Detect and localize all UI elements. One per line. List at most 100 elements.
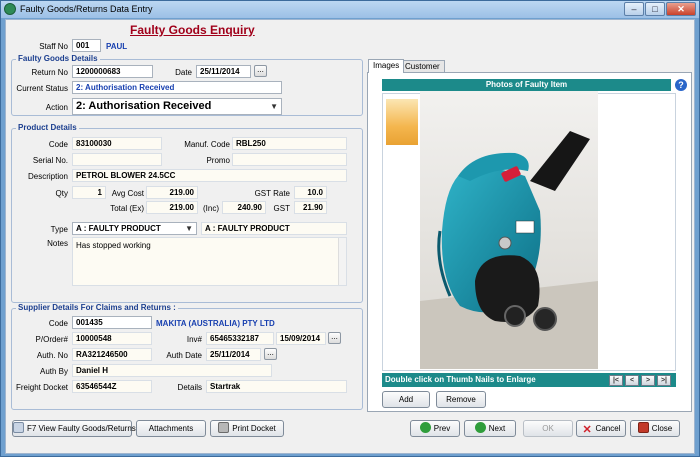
thumbnail-hint: Double click on Thumb Nails to Enlarge	[385, 375, 536, 384]
minimize-button[interactable]: –	[624, 2, 644, 16]
type-description-field: A : FAULTY PRODUCT	[201, 222, 347, 235]
promo-field[interactable]	[232, 153, 347, 166]
notes-label: Notes	[47, 239, 68, 248]
auth-no-label: Auth. No	[36, 351, 68, 360]
form-client-area: Faulty Goods Enquiry Staff No 001 PAUL F…	[5, 19, 695, 454]
staff-no-label: Staff No	[39, 42, 68, 51]
cancel-label: Cancel	[595, 424, 621, 433]
action-selected: 2: Authorisation Received	[76, 100, 212, 112]
supplier-code-field[interactable]: 001435	[72, 316, 152, 329]
notes-textarea[interactable]: Has stopped working	[72, 237, 347, 286]
auth-by-label: Auth By	[39, 367, 68, 376]
last-photo-button[interactable]: >|	[657, 375, 671, 386]
add-photo-button[interactable]: Add	[382, 391, 430, 408]
auth-no-field[interactable]: RA321246500	[72, 348, 152, 361]
tab-images[interactable]: Images	[368, 59, 405, 73]
manuf-code-field[interactable]: RBL250	[232, 137, 347, 150]
next-photo-button[interactable]: >	[641, 375, 655, 386]
gst-label: GST	[273, 204, 290, 213]
freight-docket-label: Freight Docket	[15, 383, 68, 392]
photo-thumbnail[interactable]	[386, 99, 418, 145]
auth-date-field[interactable]: 25/11/2014	[206, 348, 261, 361]
total-inc-field[interactable]: 240.90	[222, 201, 266, 214]
page-title: Faulty Goods Enquiry	[130, 23, 255, 37]
images-tab-pane: Photos of Faulty Item ? Double click on …	[367, 72, 692, 412]
return-no-label: Return No	[31, 68, 68, 77]
inv-date-field[interactable]: 15/09/2014	[276, 332, 326, 345]
arrow-right-icon	[474, 422, 486, 433]
manuf-code-label: Manuf. Code	[184, 140, 230, 149]
avg-cost-field[interactable]: 219.00	[146, 186, 198, 199]
title-bar: Faulty Goods/Returns Data Entry – □ ✕	[1, 1, 699, 18]
x-icon: ✕	[582, 424, 592, 436]
prev-button[interactable]: Prev	[410, 420, 460, 437]
product-code-label: Code	[48, 140, 68, 149]
close-button[interactable]: Close	[630, 420, 680, 437]
chevron-down-icon: ▼	[185, 224, 193, 233]
supplier-group-title: Supplier Details For Claims and Returns …	[16, 303, 178, 312]
details-label: Details	[177, 383, 202, 392]
avg-cost-label: Avg Cost	[111, 189, 144, 198]
supplier-code-label: Code	[48, 319, 68, 328]
faulty-goods-group-title: Faulty Goods Details	[16, 54, 100, 63]
supplier-name: MAKITA (AUSTRALIA) PTY LTD	[156, 319, 275, 328]
chevron-down-icon: ▼	[270, 102, 278, 111]
serial-no-label: Serial No.	[32, 156, 68, 165]
current-status-label: Current Status	[16, 84, 68, 93]
total-ex-label: Total (Ex)	[110, 204, 144, 213]
attachments-button[interactable]: Attachments	[136, 420, 206, 437]
details-field[interactable]: Startrak	[206, 380, 347, 393]
total-inc-label: (Inc)	[203, 204, 219, 213]
staff-name: PAUL	[106, 42, 128, 51]
maximize-button[interactable]: □	[645, 2, 665, 16]
window-title: Faulty Goods/Returns Data Entry	[20, 4, 153, 14]
photos-header: Photos of Faulty Item	[382, 79, 671, 91]
auth-date-picker-button[interactable]: ...	[264, 348, 277, 360]
type-label: Type	[50, 225, 68, 234]
inv-label: Inv#	[186, 335, 202, 344]
gst-rate-field[interactable]: 10.0	[294, 186, 327, 199]
description-label: Description	[27, 172, 68, 181]
date-picker-button[interactable]: ...	[254, 65, 267, 77]
action-dropdown[interactable]: 2: Authorisation Received ▼	[72, 98, 282, 115]
inv-field[interactable]: 65465332187	[206, 332, 274, 345]
notes-scrollbar[interactable]	[338, 238, 346, 285]
document-icon	[13, 422, 24, 433]
type-dropdown[interactable]: A : FAULTY PRODUCT ▼	[72, 222, 197, 235]
porder-label: P/Order#	[35, 335, 68, 344]
porder-field[interactable]: 10000548	[72, 332, 152, 345]
arrow-left-icon	[419, 422, 431, 433]
auth-date-label: Auth Date	[166, 351, 202, 360]
next-button[interactable]: Next	[464, 420, 516, 437]
freight-docket-field[interactable]: 63546544Z	[72, 380, 152, 393]
view-faulty-goods-button[interactable]: F7 View Faulty Goods/Returns	[12, 420, 136, 437]
staff-no-field[interactable]: 001	[72, 39, 101, 52]
date-label: Date	[175, 68, 192, 77]
first-photo-button[interactable]: |<	[609, 375, 623, 386]
gst-rate-label: GST Rate	[254, 189, 290, 198]
faulty-item-photo[interactable]	[420, 91, 598, 369]
inv-date-picker-button[interactable]: ...	[328, 332, 341, 344]
remove-photo-button[interactable]: Remove	[436, 391, 486, 408]
close-label: Close	[651, 424, 673, 433]
description-field[interactable]: PETROL BLOWER 24.5CC	[72, 169, 347, 182]
cancel-button[interactable]: ✕ Cancel	[576, 420, 626, 437]
qty-field[interactable]: 1	[72, 186, 106, 199]
ok-button[interactable]: OK	[523, 420, 573, 437]
product-code-field[interactable]: 83100030	[72, 137, 162, 150]
return-no-field[interactable]: 1200000683	[72, 65, 153, 78]
product-group-title: Product Details	[16, 123, 79, 132]
print-docket-button[interactable]: Print Docket	[210, 420, 284, 437]
serial-no-field[interactable]	[72, 153, 162, 166]
exit-door-icon	[637, 422, 649, 433]
print-docket-label: Print Docket	[232, 424, 276, 433]
gst-field[interactable]: 21.90	[294, 201, 327, 214]
date-field[interactable]: 25/11/2014	[196, 65, 251, 78]
auth-by-field[interactable]: Daniel H	[72, 364, 272, 377]
help-icon[interactable]: ?	[675, 79, 687, 91]
type-selected: A : FAULTY PRODUCT	[76, 224, 161, 233]
previous-photo-button[interactable]: <	[625, 375, 639, 386]
printer-icon	[218, 422, 230, 433]
total-ex-field[interactable]: 219.00	[146, 201, 198, 214]
close-window-button[interactable]: ✕	[666, 2, 696, 16]
